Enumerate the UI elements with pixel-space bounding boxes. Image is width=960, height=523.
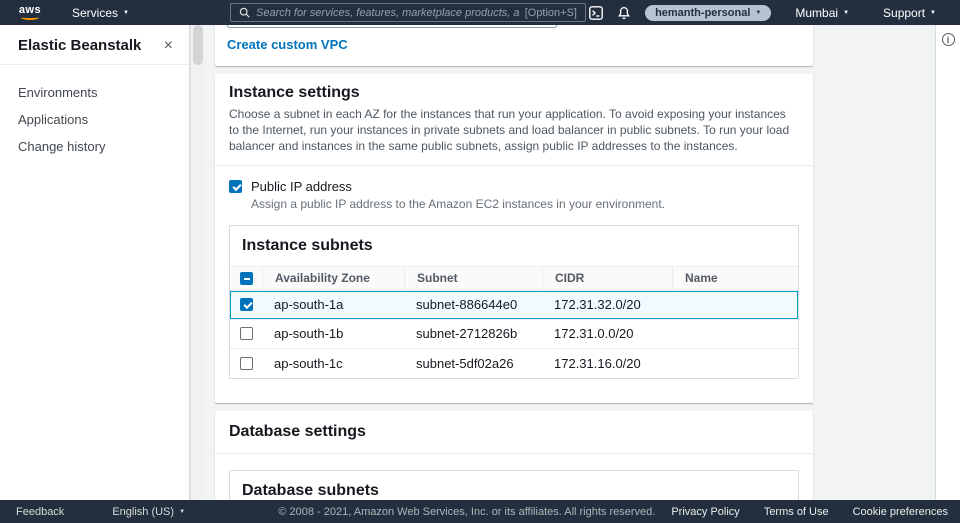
terms-of-use-link[interactable]: Terms of Use — [752, 506, 841, 518]
column-header-subnet: Subnet — [404, 266, 542, 290]
cell-subnet: subnet-2712826b — [416, 326, 518, 342]
cell-cidr: 172.31.32.0/20 — [554, 297, 641, 313]
main-content: Create custom VPC Instance settings Choo… — [204, 25, 935, 500]
table-header-row: Availability Zone Subnet CIDR Name — [230, 265, 798, 291]
vertical-scrollbar[interactable] — [190, 25, 204, 500]
table-row[interactable]: ap-south-1c subnet-5df02a26 172.31.16.0/… — [230, 348, 798, 378]
instance-subnets-title: Instance subnets — [242, 236, 373, 254]
create-custom-vpc-link[interactable]: Create custom VPC — [227, 37, 348, 52]
chevron-down-icon: ▼ — [843, 9, 850, 16]
services-menu[interactable]: Services ▼ — [62, 0, 139, 25]
chevron-down-icon: ▼ — [179, 508, 186, 515]
public-ip-description: Assign a public IP address to the Amazon… — [251, 196, 666, 211]
row-checkbox[interactable] — [240, 356, 253, 370]
cell-cidr: 172.31.0.0/20 — [554, 326, 634, 342]
vpc-card: Create custom VPC — [215, 25, 813, 66]
search-placeholder: Search for services, features, marketpla… — [256, 6, 519, 19]
sidebar-close-icon[interactable]: × — [164, 37, 173, 54]
language-selector[interactable]: English (US) ▼ — [100, 506, 197, 518]
database-settings-section: Database settings Database subnets Avail… — [215, 410, 813, 500]
column-header-availability-zone: Availability Zone — [262, 266, 404, 290]
search-shortcut-hint: [Option+S] — [524, 6, 577, 19]
table-row[interactable]: ap-south-1a subnet-886644e0 172.31.32.0/… — [230, 290, 798, 320]
select-all-checkbox[interactable] — [240, 271, 253, 285]
notifications-bell-icon[interactable] — [617, 6, 631, 20]
search-icon — [239, 7, 250, 18]
chevron-down-icon: ▼ — [123, 9, 129, 16]
sidebar: Elastic Beanstalk × Environments Applica… — [0, 25, 190, 500]
top-navigation-bar: aws Services ▼ Search for services, feat… — [0, 0, 960, 25]
copyright-text: © 2008 - 2021, Amazon Web Services, Inc.… — [278, 505, 656, 518]
column-header-cidr: CIDR — [542, 266, 672, 290]
cell-subnet: subnet-886644e0 — [416, 297, 518, 313]
row-checkbox[interactable] — [240, 298, 253, 312]
cloudshell-icon[interactable] — [589, 5, 603, 20]
scrollbar-thumb[interactable] — [193, 25, 203, 65]
chevron-down-icon: ▼ — [755, 9, 762, 16]
sidebar-item-environments[interactable]: Environments — [0, 79, 189, 106]
cell-availability-zone: ap-south-1a — [274, 297, 344, 313]
help-panel-rail: i — [935, 25, 960, 500]
account-menu[interactable]: hemanth-personal ▼ — [645, 4, 772, 21]
column-header-name: Name — [672, 266, 798, 290]
cell-cidr: 172.31.16.0/20 — [554, 355, 641, 371]
public-ip-checkbox[interactable] — [229, 179, 242, 193]
instance-subnets-table: Instance subnets Availability Zone Subne… — [229, 224, 799, 379]
sidebar-item-change-history[interactable]: Change history — [0, 133, 189, 160]
search-input[interactable]: Search for services, features, marketpla… — [230, 3, 586, 22]
cell-subnet: subnet-5df02a26 — [416, 355, 514, 371]
instance-settings-description: Choose a subnet in each AZ for the insta… — [229, 107, 790, 154]
feedback-link[interactable]: Feedback — [4, 506, 76, 518]
cookie-preferences-link[interactable]: Cookie preferences — [841, 506, 960, 518]
privacy-policy-link[interactable]: Privacy Policy — [659, 506, 751, 518]
instance-settings-section: Instance settings Choose a subnet in eac… — [215, 74, 813, 403]
database-settings-title: Database settings — [229, 422, 366, 440]
database-subnets-table: Database subnets Availability Zone Subne… — [229, 469, 799, 500]
chevron-down-icon: ▼ — [930, 9, 936, 16]
aws-logo[interactable]: aws — [16, 5, 44, 20]
vpc-select[interactable] — [227, 25, 557, 28]
table-row[interactable]: ap-south-1b subnet-2712826b 172.31.0.0/2… — [230, 319, 798, 349]
cell-availability-zone: ap-south-1b — [274, 326, 344, 342]
sidebar-item-applications[interactable]: Applications — [0, 106, 189, 133]
support-menu[interactable]: Support ▼ — [873, 0, 946, 25]
database-subnets-title: Database subnets — [242, 481, 379, 499]
instance-settings-title: Instance settings — [229, 84, 360, 101]
cell-availability-zone: ap-south-1c — [274, 355, 343, 371]
sidebar-title: Elastic Beanstalk — [18, 37, 142, 54]
public-ip-label: Public IP address — [251, 178, 352, 194]
region-menu[interactable]: Mumbai ▼ — [785, 0, 859, 25]
row-checkbox[interactable] — [240, 327, 253, 341]
footer-bar: Feedback English (US) ▼ © 2008 - 2021, A… — [0, 500, 960, 523]
public-ip-field: Public IP address Assign a public IP add… — [215, 166, 813, 213]
info-icon[interactable]: i — [941, 33, 955, 46]
